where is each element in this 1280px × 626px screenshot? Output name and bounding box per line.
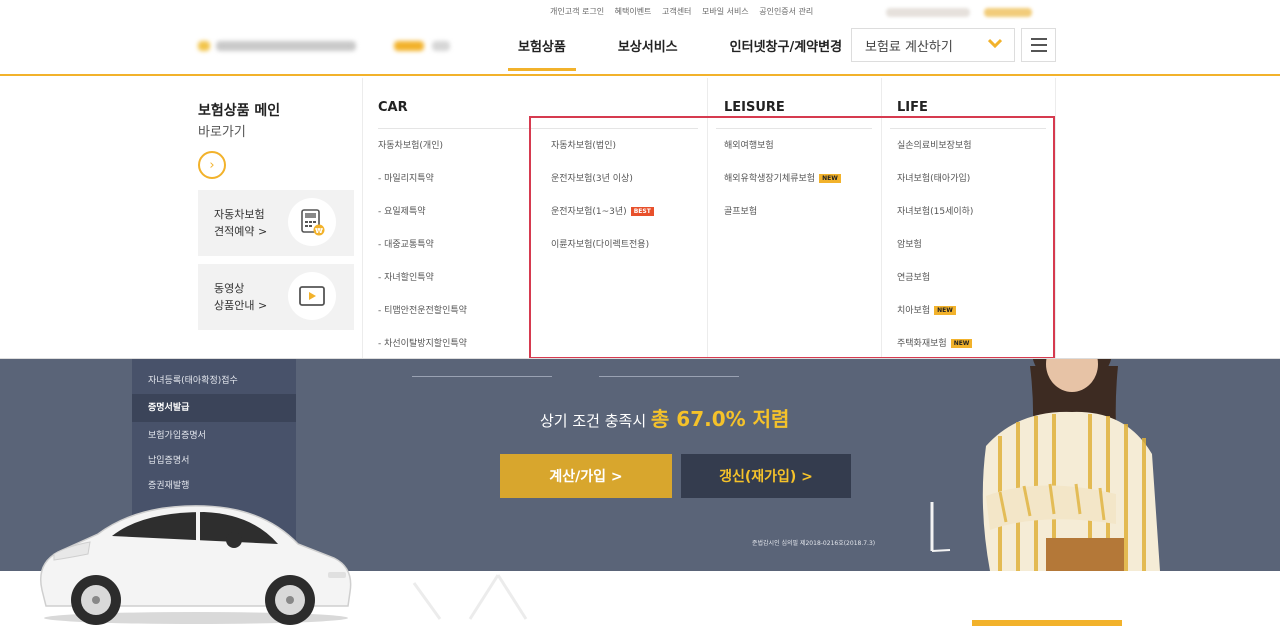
mega-main-subtitle: 바로가기	[198, 125, 246, 140]
life-products-list: 실손의료비보장보험 자녀보험(태아가입) 자녀보험(15세이하) 암보험 연금보…	[897, 140, 973, 358]
renew-button[interactable]: 갱신(재가입) >	[681, 454, 851, 498]
mega-main-title[interactable]: 보험상품 메인	[198, 100, 358, 120]
best-badge: BEST	[630, 207, 654, 216]
svg-text:₩: ₩	[315, 227, 323, 235]
menu-item-auto-corporate[interactable]: 자동차보험(법인)	[551, 140, 654, 173]
chevron-right-circle-icon[interactable]: ›	[198, 151, 226, 179]
side-item-certificate[interactable]: 증명서발급	[132, 394, 296, 422]
premium-calc-label: 보험료 계산하기	[865, 39, 953, 55]
divider	[362, 78, 363, 358]
divider	[1055, 78, 1056, 358]
menu-item-tmap-safe-driving-rider[interactable]: - 티맵안전운전할인특약	[378, 305, 467, 338]
bottom-yellow-button[interactable]	[972, 620, 1122, 626]
leisure-column-heading: LEISURE	[724, 100, 785, 115]
blurred-user-info	[886, 8, 970, 17]
side-item-payment-cert[interactable]: 납입증명서	[132, 449, 296, 474]
menu-item-motorcycle[interactable]: 이륜자보험(다이렉트전용)	[551, 239, 654, 272]
company-logo[interactable]	[198, 38, 463, 54]
menu-item-driver-1-3yr[interactable]: 운전자보험(1~3년) BEST	[551, 206, 654, 239]
divider	[707, 78, 708, 358]
model-illustration	[930, 326, 1160, 571]
util-link-event[interactable]: 혜택이벤트	[615, 7, 652, 16]
new-badge: NEW	[950, 339, 973, 348]
main-navigation: 보험상품 보상서비스 인터넷창구/계약변경	[508, 36, 884, 71]
menu-item-public-transit-rider[interactable]: - 대중교통특약	[378, 239, 467, 272]
menu-item-study-abroad[interactable]: 해외유학생장기체류보험 NEW	[724, 173, 841, 206]
calculator-icon: ₩	[288, 198, 336, 246]
calculate-join-button[interactable]: 계산/가입 >	[500, 454, 672, 498]
divider	[890, 128, 1046, 129]
car-quote-text: 자동차보험 견적예약 >	[214, 208, 268, 238]
menu-item-travel[interactable]: 해외여행보험	[724, 140, 841, 173]
life-column-heading: LIFE	[897, 100, 928, 115]
car-products-list-2: 자동차보험(법인) 운전자보험(3년 이상) 운전자보험(1~3년) BEST 이…	[551, 140, 654, 272]
car-column-heading: CAR	[378, 100, 408, 115]
compliance-note: 준법감시인 심의필 제2018-0216호(2018.7.3)	[752, 540, 876, 547]
car-quote-reservation-card[interactable]: 자동차보험 견적예약 > ₩	[198, 190, 354, 256]
util-link-support[interactable]: 고객센터	[662, 7, 691, 16]
menu-item-driver-3yr-plus[interactable]: 운전자보험(3년 이상)	[551, 173, 654, 206]
new-badge: NEW	[934, 306, 956, 315]
util-link-mobile[interactable]: 모바일 서비스	[702, 7, 749, 16]
car-illustration	[40, 505, 352, 625]
car-products-list: 자동차보험(개인) - 마일리지특약 - 요일제특약 - 대중교통특약 - 자녀…	[378, 140, 467, 358]
nav-claims-service[interactable]: 보상서비스	[608, 36, 688, 69]
menu-item-child-fetus[interactable]: 자녀보험(태아가입)	[897, 173, 973, 206]
divider	[881, 78, 882, 358]
utility-bar: 개인고객 로그인 혜택이벤트 고객센터 모바일 서비스 공인인증서 관리	[0, 4, 1280, 20]
hamburger-menu-icon[interactable]	[1021, 28, 1056, 62]
blurred-user-name	[984, 8, 1032, 17]
menu-item-dental[interactable]: 치아보험 NEW	[897, 305, 973, 338]
menu-item-home-fire[interactable]: 주택화재보험 NEW	[897, 338, 973, 358]
mega-menu-main: 보험상품 메인 바로가기 ›	[198, 100, 358, 179]
site-header: 보험상품 보상서비스 인터넷창구/계약변경 보험료 계산하기	[0, 20, 1280, 76]
menu-item-child-discount-rider[interactable]: - 자녀할인특약	[378, 272, 467, 305]
menu-item-golf[interactable]: 골프보험	[724, 206, 841, 239]
menu-item-child-15[interactable]: 자녀보험(15세이하)	[897, 206, 973, 239]
decorative-chevron-shape	[412, 574, 528, 620]
util-link-cert[interactable]: 공인인증서 관리	[759, 7, 813, 16]
utility-links: 개인고객 로그인 혜택이벤트 고객센터 모바일 서비스 공인인증서 관리	[550, 6, 821, 17]
menu-item-medical[interactable]: 실손의료비보장보험	[897, 140, 973, 173]
menu-item-pension[interactable]: 연금보험	[897, 272, 973, 305]
menu-item-mileage-rider[interactable]: - 마일리지특약	[378, 173, 467, 206]
nav-online-window[interactable]: 인터넷창구/계약변경	[720, 36, 852, 69]
video-guide-text: 동영상 상품안내 >	[214, 282, 268, 312]
new-badge: NEW	[819, 174, 841, 183]
menu-item-weekday-rider[interactable]: - 요일제특약	[378, 206, 467, 239]
condition-field	[412, 359, 552, 377]
divider	[378, 128, 698, 129]
menu-item-auto-personal[interactable]: 자동차보험(개인)	[378, 140, 467, 173]
menu-item-lane-departure-rider[interactable]: - 차선이탈방지할인특약	[378, 338, 467, 358]
chevron-down-icon	[987, 37, 1003, 52]
premium-calc-select[interactable]: 보험료 계산하기	[851, 28, 1015, 62]
promo-text: 상기 조건 충족시 총 67.0% 저렴	[540, 407, 790, 431]
video-product-guide-card[interactable]: 동영상 상품안내 >	[198, 264, 354, 330]
video-play-icon	[288, 272, 336, 320]
divider	[716, 128, 872, 129]
nav-insurance-products[interactable]: 보험상품	[508, 36, 576, 71]
side-item-child-register[interactable]: 자녀등록(태아확정)접수	[132, 369, 296, 394]
leisure-products-list: 해외여행보험 해외유학생장기체류보험 NEW 골프보험	[724, 140, 841, 239]
promo-discount: 총 67.0% 저렴	[650, 407, 790, 431]
condition-field	[599, 359, 739, 377]
menu-item-cancer[interactable]: 암보험	[897, 239, 973, 272]
mega-menu-panel: 보험상품 메인 바로가기 › 자동차보험 견적예약 > ₩ 동영상 상품안내 >	[0, 78, 1280, 359]
side-item-join-cert[interactable]: 보험가입증명서	[132, 424, 296, 449]
util-link-login[interactable]: 개인고객 로그인	[550, 7, 604, 16]
